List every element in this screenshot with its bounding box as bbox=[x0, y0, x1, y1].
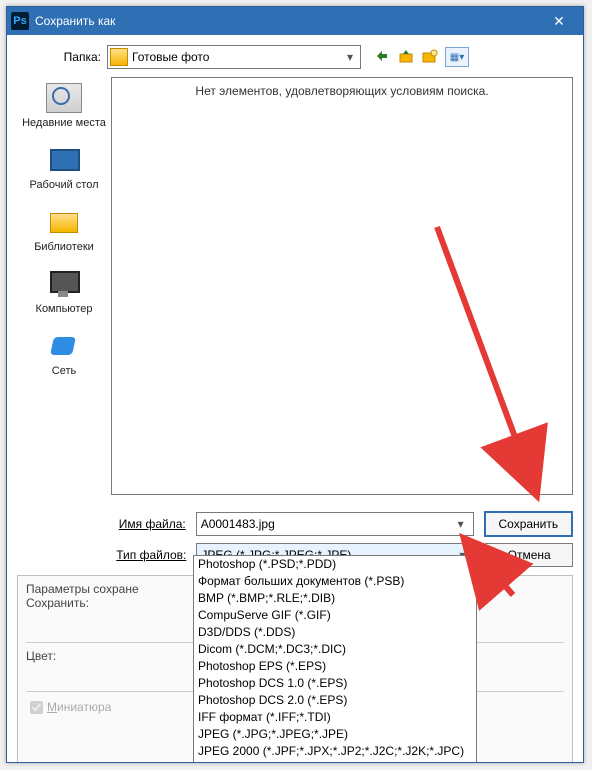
sidebar-item-desktop[interactable]: Рабочий стол bbox=[17, 145, 111, 191]
filetype-option[interactable]: JPEG Stereo (*.JPS) bbox=[194, 760, 476, 763]
filename-label: Имя файла: bbox=[17, 517, 196, 531]
filetype-option[interactable]: JPEG 2000 (*.JPF;*.JPX;*.JP2;*.J2C;*.J2K… bbox=[194, 743, 476, 760]
filetype-option[interactable]: BMP (*.BMP;*.RLE;*.DIB) bbox=[194, 590, 476, 607]
recent-places-icon bbox=[46, 83, 82, 113]
back-icon[interactable] bbox=[373, 47, 391, 65]
folder-name: Готовые фото bbox=[132, 50, 342, 64]
network-icon bbox=[46, 331, 82, 361]
folder-icon bbox=[110, 48, 128, 66]
chevron-down-icon[interactable]: ▾ bbox=[453, 513, 469, 535]
filetype-option[interactable]: D3D/DDS (*.DDS) bbox=[194, 624, 476, 641]
close-button[interactable]: ✕ bbox=[539, 7, 579, 35]
save-sublabel: Сохранить: bbox=[26, 596, 198, 610]
chevron-down-icon: ▾ bbox=[342, 46, 358, 68]
folder-nav-toolbar: ▦▾ bbox=[373, 47, 469, 67]
filetype-option[interactable]: CompuServe GIF (*.GIF) bbox=[194, 607, 476, 624]
view-menu-icon[interactable]: ▦▾ bbox=[445, 47, 469, 67]
titlebar: Ps Сохранить как ✕ bbox=[7, 7, 583, 35]
filetype-option[interactable]: Photoshop EPS (*.EPS) bbox=[194, 658, 476, 675]
filetype-option[interactable]: Dicom (*.DCM;*.DC3;*.DIC) bbox=[194, 641, 476, 658]
filetype-options-list[interactable]: Photoshop (*.PSD;*.PDD)Формат больших до… bbox=[193, 555, 477, 763]
desktop-icon bbox=[46, 145, 82, 175]
file-list-pane[interactable]: Нет элементов, удовлетворяющих условиям … bbox=[111, 77, 573, 495]
sidebar-item-network[interactable]: Сеть bbox=[17, 331, 111, 377]
computer-icon bbox=[46, 269, 82, 299]
cancel-button[interactable]: Отмена bbox=[485, 543, 573, 567]
filetype-option[interactable]: Photoshop DCS 2.0 (*.EPS) bbox=[194, 692, 476, 709]
save-params-header: Параметры сохране bbox=[26, 582, 198, 596]
thumbnail-checkbox bbox=[30, 701, 43, 714]
save-as-dialog: Ps Сохранить как ✕ Папка: Готовые фото ▾ bbox=[6, 6, 584, 763]
folder-dropdown[interactable]: Готовые фото ▾ bbox=[107, 45, 361, 69]
sidebar-item-libraries[interactable]: Библиотеки bbox=[17, 207, 111, 253]
sidebar-item-computer[interactable]: Компьютер bbox=[17, 269, 111, 315]
window-title: Сохранить как bbox=[35, 14, 539, 28]
filetype-option[interactable]: JPEG (*.JPG;*.JPEG;*.JPE) bbox=[194, 726, 476, 743]
filetype-label: Тип файлов: bbox=[17, 548, 196, 562]
new-folder-icon[interactable] bbox=[421, 47, 439, 65]
libraries-icon bbox=[46, 207, 82, 237]
filetype-option[interactable]: IFF формат (*.IFF;*.TDI) bbox=[194, 709, 476, 726]
sidebar-item-recent[interactable]: Недавние места bbox=[17, 83, 111, 129]
filetype-option[interactable]: Формат больших документов (*.PSB) bbox=[194, 573, 476, 590]
filetype-option[interactable]: Photoshop DCS 1.0 (*.EPS) bbox=[194, 675, 476, 692]
up-one-level-icon[interactable] bbox=[397, 47, 415, 65]
folder-label: Папка: bbox=[17, 50, 107, 64]
places-sidebar: Недавние места Рабочий стол Библиотеки К… bbox=[17, 77, 111, 495]
photoshop-icon: Ps bbox=[11, 12, 29, 30]
empty-message: Нет элементов, удовлетворяющих условиям … bbox=[195, 84, 488, 98]
color-sublabel: Цвет: bbox=[26, 649, 198, 663]
filetype-option[interactable]: Photoshop (*.PSD;*.PDD) bbox=[194, 556, 476, 573]
filename-input[interactable]: A0001483.jpg ▾ bbox=[196, 512, 474, 536]
save-button[interactable]: Сохранить bbox=[484, 511, 573, 537]
